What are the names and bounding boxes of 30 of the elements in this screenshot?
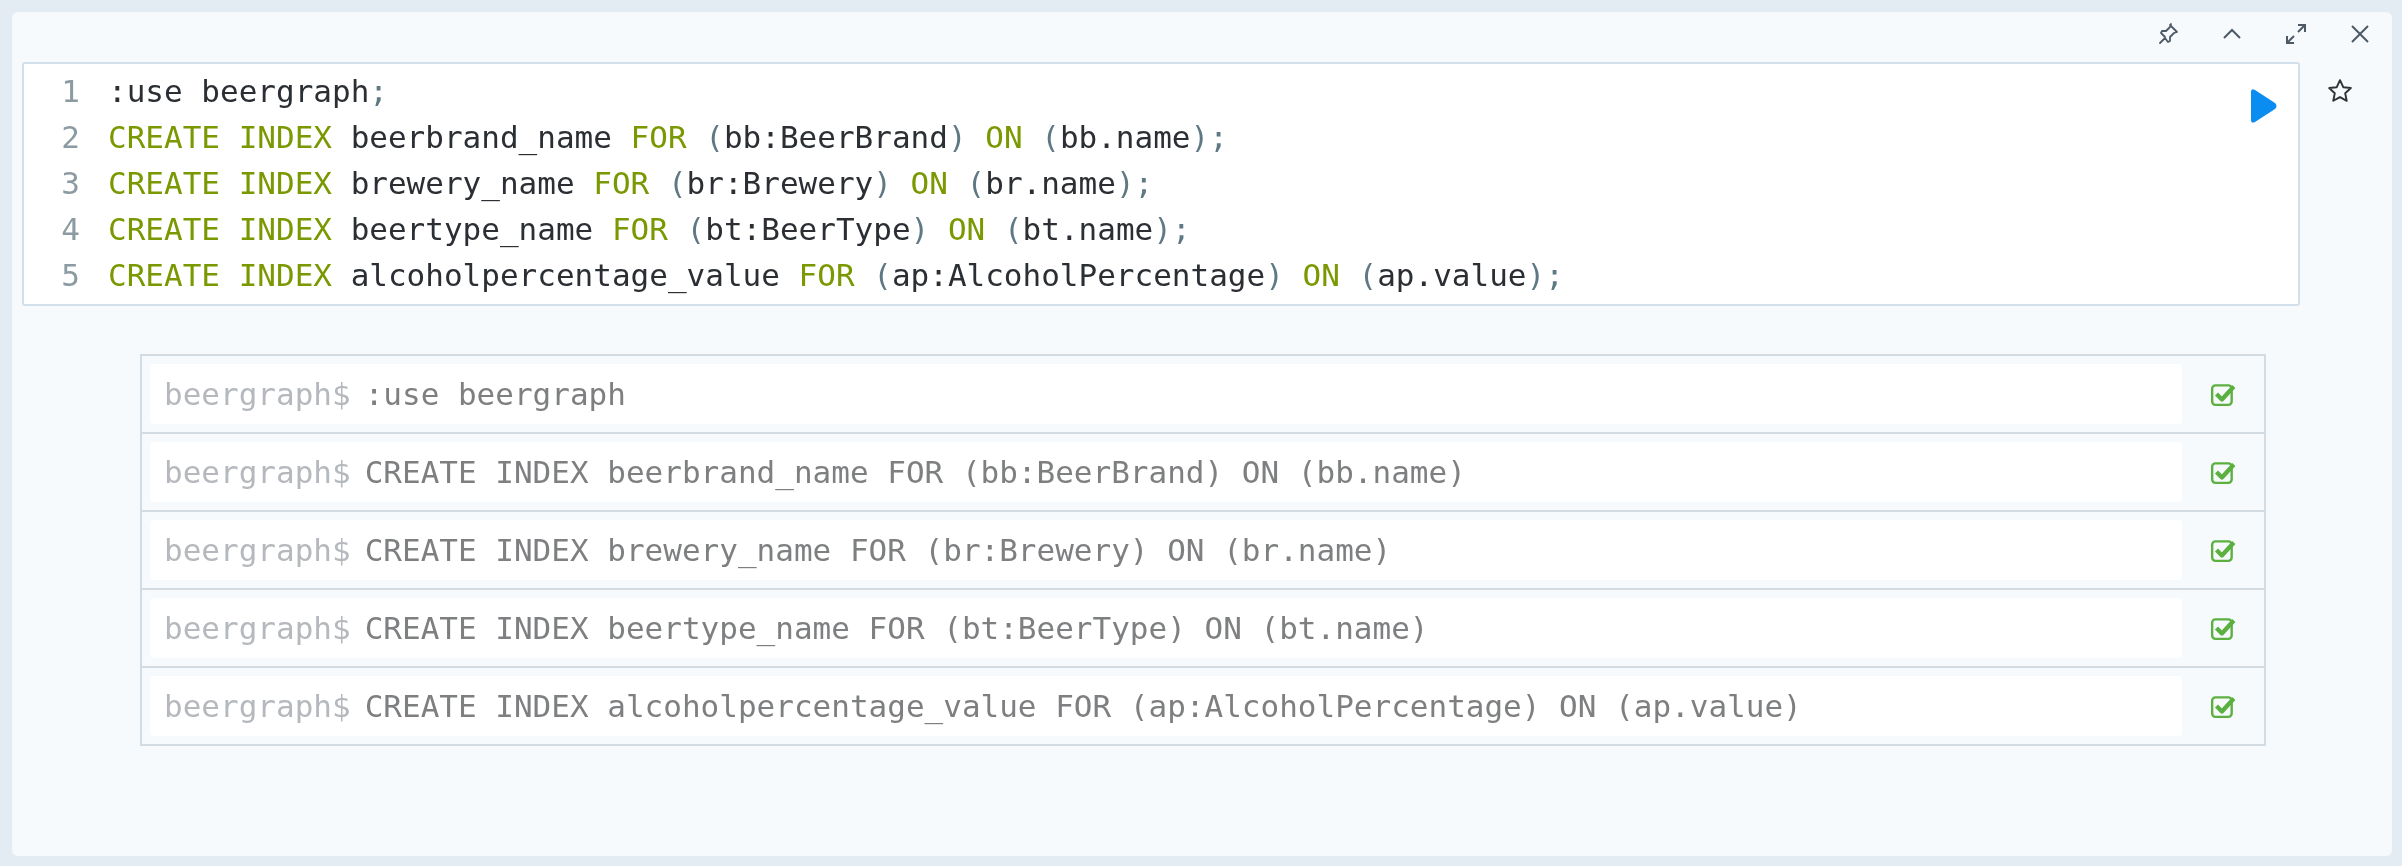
code-line: CREATE INDEX beerbrand_name FOR (bb:BeerBrand) ON (bb.name); (108, 119, 1228, 155)
command-text: CREATE INDEX beerbrand_name FOR (bb:BeerBrand) ON (bb.name) (364, 454, 1466, 490)
line-number: 5 (60, 257, 81, 293)
command-text: CREATE INDEX brewery_name FOR (br:Brewery) ON (br.name) (364, 532, 1392, 568)
prompt-text: beergraph$ (164, 610, 351, 646)
command-text: CREATE INDEX alcoholpercentage_value FOR (ap:AlcoholPercentage) ON (ap.value) (364, 688, 1802, 724)
code-line: :use beergraph; (108, 73, 388, 109)
line-number: 4 (60, 211, 81, 247)
pin-icon[interactable] (2156, 22, 2180, 46)
line-number: 1 (60, 73, 81, 109)
checkbox-check-icon (2210, 537, 2236, 563)
checkbox-check-icon (2210, 693, 2236, 719)
prompt-text: beergraph$ (164, 532, 351, 568)
checkbox-check-icon (2210, 459, 2236, 485)
code-line: CREATE INDEX beertype_name FOR (bt:BeerType) ON (bt.name); (108, 211, 1191, 247)
expand-icon[interactable] (2284, 22, 2308, 46)
code-line: CREATE INDEX brewery_name FOR (br:Brewery) ON (br.name); (108, 165, 1154, 201)
code-line: CREATE INDEX alcoholpercentage_value FOR (ap:AlcoholPercentage) ON (ap.value); (108, 257, 1564, 293)
line-number: 3 (60, 165, 81, 201)
checkbox-check-icon (2210, 615, 2236, 641)
line-number: 2 (60, 119, 81, 155)
star-icon[interactable] (2327, 78, 2353, 104)
play-icon[interactable] (2248, 88, 2278, 124)
prompt-text: beergraph$ (164, 454, 351, 490)
checkbox-check-icon (2210, 381, 2236, 407)
prompt-text: beergraph$ (164, 688, 351, 724)
command-text: CREATE INDEX beertype_name FOR (bt:BeerType) ON (bt.name) (364, 610, 1429, 646)
prompt-text: beergraph$ (164, 376, 351, 412)
code-editor[interactable] (22, 62, 2300, 306)
command-text: :use beergraph (364, 376, 626, 412)
